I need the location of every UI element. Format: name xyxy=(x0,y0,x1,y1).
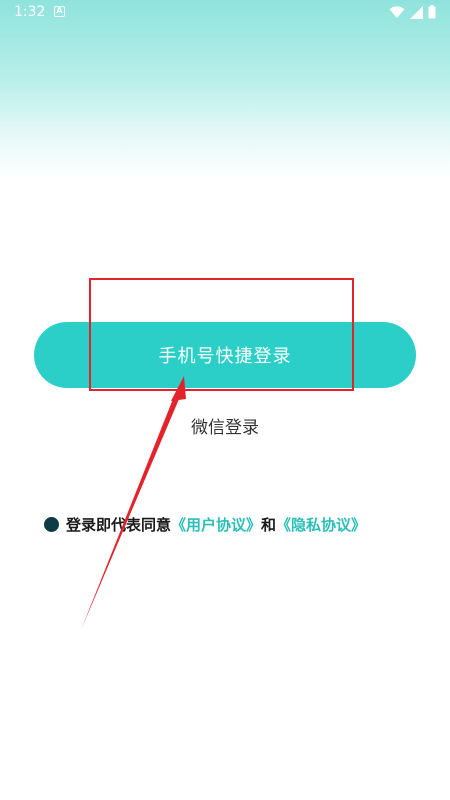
signal-icon xyxy=(410,5,423,23)
user-agreement-link[interactable]: 《用户协议》 xyxy=(171,514,261,535)
agreement-row: 登录即代表同意 《用户协议》 和 《隐私协议》 xyxy=(44,514,366,535)
wechat-login-link[interactable]: 微信登录 xyxy=(0,413,450,438)
status-time: 1:32 xyxy=(14,4,46,20)
agreement-conjunction: 和 xyxy=(261,516,277,534)
annotation-highlight-box xyxy=(89,278,354,391)
radio-dot-icon[interactable] xyxy=(44,517,59,532)
privacy-policy-link[interactable]: 《隐私协议》 xyxy=(276,514,366,535)
status-bar: 1:32 A xyxy=(0,0,450,24)
notification-a-icon: A xyxy=(54,6,65,17)
battery-icon xyxy=(428,5,436,23)
agreement-prefix: 登录即代表同意 xyxy=(66,516,172,534)
wifi-icon xyxy=(389,5,405,23)
header-gradient-background xyxy=(0,0,450,180)
status-icons xyxy=(389,5,436,23)
